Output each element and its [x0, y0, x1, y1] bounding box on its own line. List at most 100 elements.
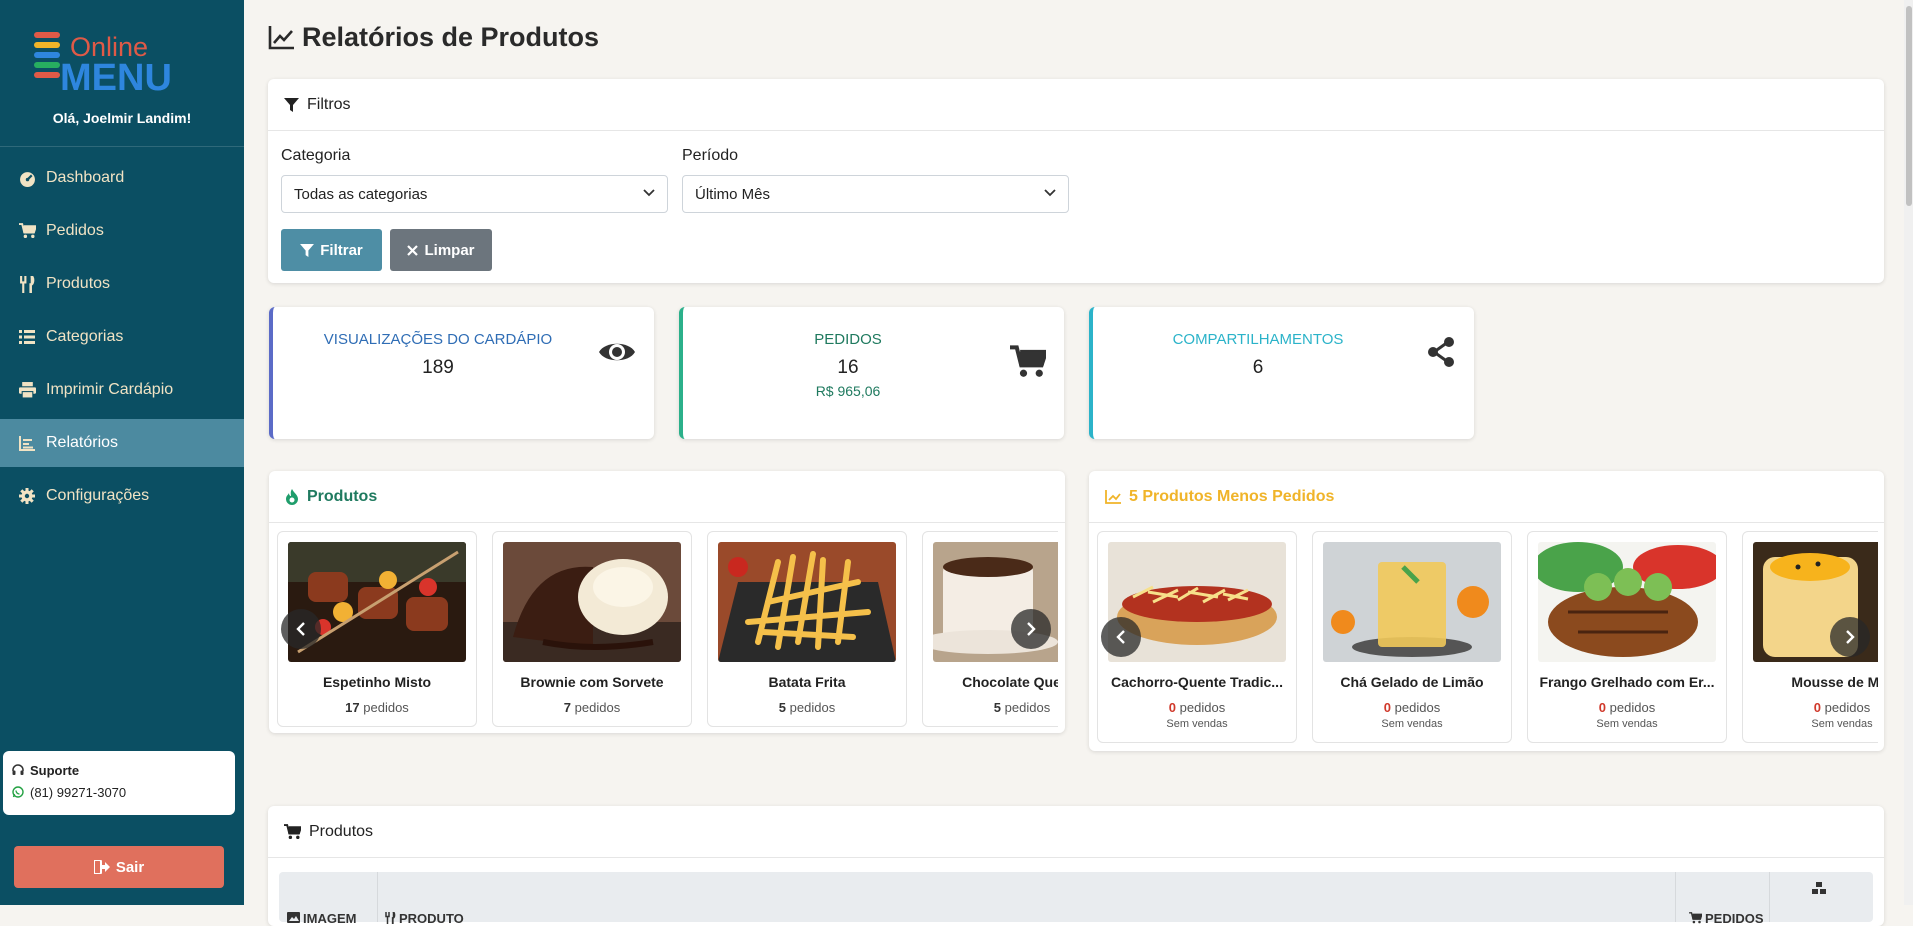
- column-header-orders[interactable]: PEDIDOS: [1689, 872, 1764, 926]
- product-order-count: 5 pedidos: [993, 700, 1051, 715]
- filter-button[interactable]: Filtrar: [281, 229, 382, 271]
- product-order-count: 0 pedidos: [1383, 700, 1441, 715]
- product-card[interactable]: Chá Gelado de Limão 0 pedidos Sem vendas: [1312, 531, 1512, 743]
- chevron-down-icon: [643, 189, 655, 197]
- online-menu-logo[interactable]: Online MENU: [30, 26, 210, 99]
- column-header-product[interactable]: PRODUTO: [385, 872, 464, 926]
- line-chart-icon: [268, 25, 294, 49]
- column-divider: [377, 872, 378, 922]
- product-image: [1538, 542, 1716, 662]
- product-order-count: 0 pedidos: [1598, 700, 1656, 715]
- logout-button[interactable]: Sair: [14, 846, 224, 888]
- stat-label: Pedidos: [814, 331, 882, 348]
- sidebar-item-label: Relatórios: [46, 434, 119, 451]
- sidebar-item-label: Dashboard: [46, 169, 125, 186]
- sidebar-item-label: Categorias: [46, 328, 124, 345]
- least-products-title: 5 Produtos Menos Pedidos: [1129, 487, 1335, 505]
- product-name: Chocolate Quente: [962, 674, 1058, 690]
- product-order-count: 0 pedidos: [1813, 700, 1871, 715]
- stat-value: 16: [837, 357, 859, 378]
- least-products-card: 5 Produtos Menos Pedidos Cachorro-Quente…: [1089, 471, 1884, 751]
- product-name: Brownie com Sorvete: [520, 674, 664, 690]
- table-header-row: IMAGEM PRODUTO PEDIDOS: [279, 872, 1873, 926]
- period-select[interactable]: Último Mês: [682, 175, 1069, 213]
- sidebar: Online MENU Olá, Joelmir Landim! Dashboa…: [0, 0, 244, 905]
- clear-button-label: Limpar: [424, 241, 475, 259]
- carousel-next-button[interactable]: [1011, 609, 1051, 649]
- image-icon: [287, 912, 300, 923]
- product-name: Mousse de Mar: [1791, 674, 1878, 690]
- clear-button[interactable]: Limpar: [390, 229, 492, 271]
- whatsapp-icon: [12, 786, 24, 798]
- sidebar-item-dashboard[interactable]: Dashboard: [0, 154, 244, 202]
- sidebar-item-label: Imprimir Cardápio: [46, 381, 174, 398]
- utensils-icon: [385, 911, 396, 924]
- stat-label: Visualizações do Cardápio: [323, 331, 553, 348]
- product-image: [718, 542, 896, 662]
- filter-button-label: Filtrar: [320, 241, 363, 259]
- product-order-count: 0 pedidos: [1168, 700, 1226, 715]
- scrollbar-thumb[interactable]: [1906, 6, 1912, 206]
- product-card[interactable]: Brownie com Sorvete 7 pedidos: [492, 531, 692, 727]
- column-header-image[interactable]: IMAGEM: [287, 872, 356, 926]
- support-title: Suporte: [30, 762, 80, 778]
- page-title: Relatórios de Produtos: [268, 22, 599, 53]
- product-name: Frango Grelhado com Er...: [1539, 674, 1715, 690]
- chevron-left-icon: [296, 622, 305, 636]
- filter-icon: [300, 243, 315, 257]
- carousel-next-button[interactable]: [1830, 617, 1870, 657]
- page-title-text: Relatórios de Produtos: [302, 22, 600, 52]
- stat-card-orders: Pedidos 16 R$ 965,06: [679, 307, 1064, 439]
- sidebar-item-categorias[interactable]: Categorias: [0, 313, 244, 361]
- user-greeting: Olá, Joelmir Landim!: [52, 110, 192, 126]
- product-image: [1323, 542, 1501, 662]
- product-name: Cachorro-Quente Tradic...: [1111, 674, 1283, 690]
- sidebar-item-configuracoes[interactable]: Configurações: [0, 472, 244, 520]
- page-scrollbar[interactable]: [1904, 0, 1913, 905]
- headset-icon: [12, 764, 24, 775]
- share-icon: [1428, 337, 1454, 367]
- sidebar-item-pedidos[interactable]: Pedidos: [0, 207, 244, 255]
- period-select-value: Último Mês: [695, 185, 771, 203]
- period-label: Período: [682, 147, 739, 164]
- carousel-prev-button[interactable]: [281, 609, 321, 649]
- chevron-right-icon: [1027, 622, 1036, 636]
- sidebar-item-imprimir-cardapio[interactable]: Imprimir Cardápio: [0, 366, 244, 414]
- least-products-header: 5 Produtos Menos Pedidos: [1089, 471, 1884, 523]
- chart-icon: [16, 435, 38, 451]
- no-sales-label: Sem vendas: [1596, 718, 1658, 730]
- sidebar-item-relatorios[interactable]: Relatórios: [0, 419, 244, 467]
- cart-icon: [284, 823, 301, 839]
- no-sales-label: Sem vendas: [1811, 718, 1873, 730]
- least-products-track: Cachorro-Quente Tradic... 0 pedidos Sem …: [1097, 531, 1878, 745]
- product-card[interactable]: Batata Frita 5 pedidos: [707, 531, 907, 727]
- utensils-icon: [16, 275, 38, 293]
- no-sales-label: Sem vendas: [1166, 718, 1228, 730]
- product-order-count: 17 pedidos: [345, 700, 409, 715]
- fire-icon: [286, 488, 298, 505]
- logout-label: Sair: [115, 858, 145, 876]
- cart-icon: [1010, 345, 1046, 377]
- sign-out-icon: [93, 860, 110, 874]
- products-table-header: Produtos: [268, 806, 1884, 858]
- svg-text:MENU: MENU: [60, 57, 172, 96]
- cart-icon: [16, 223, 38, 239]
- sidebar-item-produtos[interactable]: Produtos: [0, 260, 244, 308]
- carousel-prev-button[interactable]: [1101, 617, 1141, 657]
- stat-value: 6: [1252, 357, 1264, 378]
- stat-label: Compartilhamentos: [1172, 331, 1344, 348]
- category-select[interactable]: Todas as categorias: [281, 175, 668, 213]
- support-phone-link[interactable]: (81) 99271-3070: [12, 781, 226, 803]
- eye-icon: [599, 343, 635, 361]
- category-label: Categoria: [281, 147, 351, 164]
- product-name: Batata Frita: [768, 674, 846, 690]
- chevron-down-icon: [1044, 189, 1056, 197]
- boxes-icon[interactable]: [1811, 882, 1827, 899]
- product-name: Chá Gelado de Limão: [1340, 674, 1484, 690]
- top-products-header: Produtos: [269, 471, 1065, 523]
- product-image: [288, 542, 466, 662]
- products-table-title: Produtos: [309, 822, 374, 840]
- line-chart-icon: [1105, 489, 1121, 504]
- filters-title: Filtros: [307, 95, 351, 113]
- product-card[interactable]: Frango Grelhado com Er... 0 pedidos Sem …: [1527, 531, 1727, 743]
